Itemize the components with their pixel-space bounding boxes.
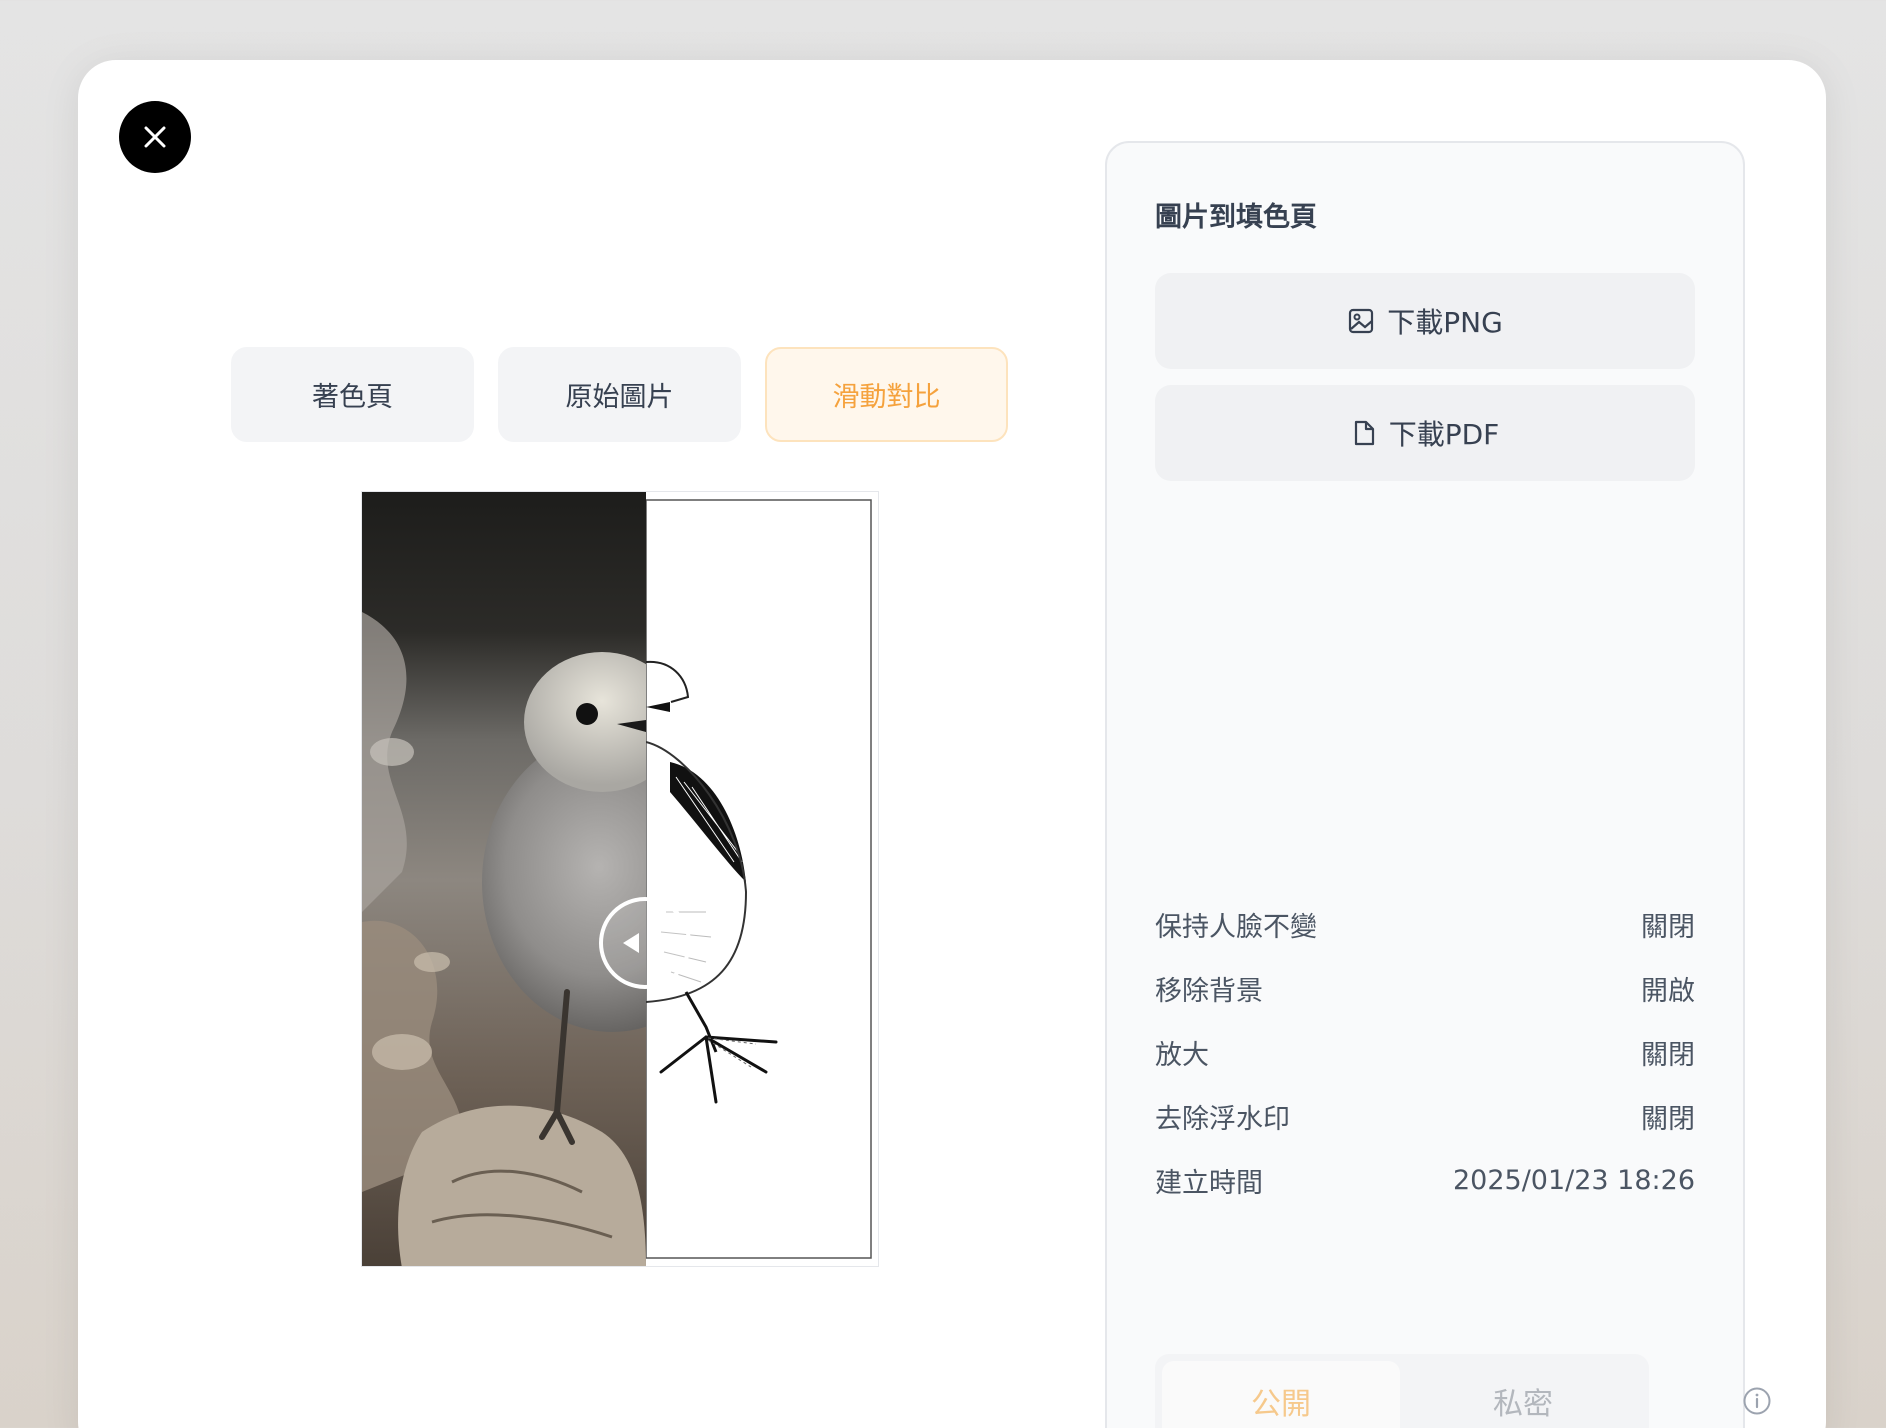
download-pdf-label: 下載PDF: [1388, 418, 1500, 451]
visibility-toggle: 公開 私密: [1155, 1354, 1649, 1428]
tab-slide-compare[interactable]: 滑動對比: [765, 347, 1008, 442]
coloring-page-preview: [646, 492, 878, 1266]
setting-label: 保持人臉不變: [1155, 911, 1317, 943]
setting-value: 開啟: [1641, 975, 1695, 1007]
compare-slider-handle[interactable]: [599, 897, 691, 989]
close-button[interactable]: [119, 101, 191, 173]
download-png-label: 下載PNG: [1387, 306, 1503, 339]
setting-label: 去除浮水印: [1155, 1103, 1290, 1135]
close-icon: [144, 126, 166, 148]
setting-value: 關閉: [1641, 911, 1695, 943]
setting-value: 關閉: [1641, 1103, 1695, 1135]
setting-remove-watermark: 去除浮水印 關閉: [1155, 1094, 1695, 1138]
details-panel: 圖片到填色頁 下載PNG 下載PDF 保持人臉不變 關閉 移除背景 開啟 放大 …: [1105, 141, 1771, 1428]
setting-created-time: 建立時間 2025/01/23 18:26: [1155, 1158, 1695, 1202]
visibility-private-option[interactable]: 私密: [1404, 1361, 1642, 1428]
arrow-left-icon: [623, 933, 639, 953]
setting-keep-face: 保持人臉不變 關閉: [1155, 902, 1695, 946]
image-icon: [1349, 308, 1374, 334]
setting-label: 放大: [1155, 1039, 1209, 1071]
info-icon[interactable]: [1742, 1386, 1772, 1416]
compare-viewer[interactable]: [361, 491, 879, 1267]
setting-remove-background: 移除背景 開啟: [1155, 966, 1695, 1010]
visibility-public-option[interactable]: 公開: [1162, 1361, 1400, 1428]
original-photo: [362, 492, 646, 1266]
file-icon: [1354, 420, 1374, 446]
setting-value: 2025/01/23 18:26: [1452, 1164, 1695, 1196]
download-pdf-button[interactable]: 下載PDF: [1155, 385, 1695, 481]
setting-value: 關閉: [1641, 1039, 1695, 1071]
tab-coloring-page[interactable]: 著色頁: [231, 347, 474, 442]
setting-label: 移除背景: [1155, 975, 1263, 1007]
setting-label: 建立時間: [1155, 1167, 1263, 1199]
view-tabs: 著色頁 原始圖片 滑動對比: [231, 347, 1008, 442]
download-png-button[interactable]: 下載PNG: [1155, 273, 1695, 369]
tab-original-image[interactable]: 原始圖片: [498, 347, 741, 442]
arrow-right-icon: [651, 933, 667, 953]
panel-title: 圖片到填色頁: [1155, 202, 1317, 233]
setting-upscale: 放大 關閉: [1155, 1030, 1695, 1074]
modal-dialog: 著色頁 原始圖片 滑動對比 圖片到填色頁 下載PNG 下載PDF 保持人臉不變 …: [78, 60, 1826, 1428]
